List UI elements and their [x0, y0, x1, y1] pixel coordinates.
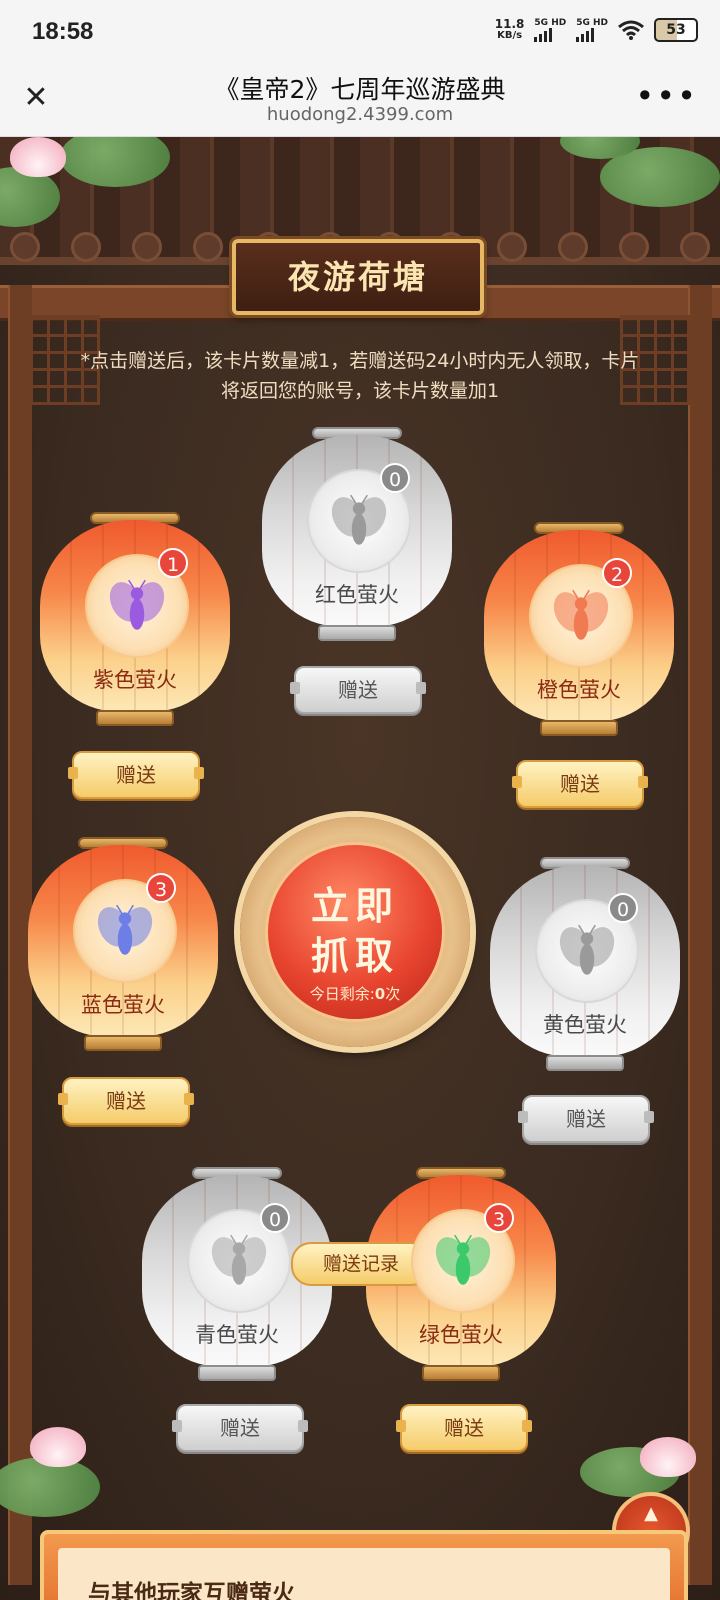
- firefly-icon: [109, 579, 165, 630]
- net-speed-value: 11.8: [494, 17, 525, 31]
- sim1-signal-icon: 5G HD: [534, 18, 566, 42]
- lantern-base: [84, 1035, 162, 1051]
- lantern-base: [422, 1365, 500, 1381]
- lotus-flower: [30, 1427, 86, 1467]
- lotus-flower: [640, 1437, 696, 1477]
- status-icons: 11.8 KB/s 5G HD 5G HD 53: [495, 18, 698, 42]
- net-speed-unit: KB/s: [497, 30, 523, 41]
- gift-exchange-title: 与其他玩家互赠萤火: [88, 1581, 295, 1600]
- catch-now-button[interactable]: 立即 抓取 今日剩余:0次: [265, 842, 445, 1022]
- firefly-count-badge: 3: [146, 873, 176, 903]
- lantern-base: [198, 1365, 276, 1381]
- section-title: 夜游荷塘: [232, 239, 484, 315]
- lantern-red: 0 红色萤火: [262, 427, 452, 645]
- firefly-count-badge: 0: [380, 463, 410, 493]
- remaining-value: 0: [374, 985, 386, 1003]
- gift-record-button[interactable]: 赠送记录: [291, 1242, 431, 1286]
- firefly-name: 绿色萤火: [419, 1323, 503, 1347]
- wifi-icon: [618, 20, 644, 40]
- firefly-name: 橙色萤火: [537, 678, 621, 702]
- remaining-label: 今日剩余:: [309, 985, 375, 1003]
- firefly-icon: [435, 1234, 491, 1285]
- page-title: 《皇帝2》七周年巡游盛典: [214, 75, 506, 104]
- lantern-base: [540, 720, 618, 736]
- lantern-purple: 1 紫色萤火: [40, 512, 230, 730]
- browser-nav-bar: ✕ 《皇帝2》七周年巡游盛典 huodong2.4399.com •••: [0, 64, 720, 137]
- lantern-base: [318, 625, 396, 641]
- right-pillar: [688, 285, 712, 1585]
- remaining-count: 今日剩余:0次: [268, 983, 442, 1004]
- lantern-blue: 3 蓝色萤火: [28, 837, 218, 1055]
- firefly-name: 黄色萤火: [543, 1013, 627, 1037]
- gift-button-red[interactable]: 赠送: [290, 666, 426, 714]
- firefly-count-badge: 3: [484, 1203, 514, 1233]
- sim2-signal-icon: 5G HD: [576, 18, 608, 42]
- catch-button-frame: 立即 抓取 今日剩余:0次: [240, 817, 470, 1047]
- firefly-count-badge: 0: [260, 1203, 290, 1233]
- catch-label-line2: 抓取: [310, 933, 399, 978]
- lantern-base: [546, 1055, 624, 1071]
- firefly-name: 红色萤火: [315, 583, 399, 607]
- gift-exchange-panel: 与其他玩家互赠萤火: [40, 1530, 688, 1600]
- firefly-name: 紫色萤火: [93, 668, 177, 692]
- sim1-label: 5G HD: [534, 18, 567, 28]
- firefly-count-badge: 1: [158, 548, 188, 578]
- firefly-icon: [97, 904, 153, 955]
- firefly-name: 蓝色萤火: [81, 993, 165, 1017]
- gift-notice: *点击赠送后，该卡片数量减1，若赠送码24小时内无人领取，卡片将返回您的账号，该…: [80, 350, 640, 402]
- firefly-icon: [553, 589, 609, 640]
- gift-button-yellow[interactable]: 赠送: [518, 1095, 654, 1143]
- gift-button-cyan[interactable]: 赠送: [172, 1404, 308, 1452]
- sim2-label: 5G HD: [576, 18, 608, 28]
- lantern-yellow: 0 黄色萤火: [490, 857, 680, 1075]
- lotus-flower: [10, 137, 66, 177]
- firefly-icon: [559, 924, 615, 975]
- firefly-count-badge: 0: [608, 893, 638, 923]
- lantern-base: [96, 710, 174, 726]
- lantern-orange: 2 橙色萤火: [484, 522, 674, 740]
- firefly-count-badge: 2: [602, 558, 632, 588]
- page-url: huodong2.4399.com: [266, 104, 454, 125]
- status-bar: 18:58 11.8 KB/s 5G HD 5G HD 53: [0, 0, 720, 64]
- firefly-icon: [331, 494, 387, 545]
- gift-button-green[interactable]: 赠送: [396, 1404, 532, 1452]
- battery-icon: 53: [654, 18, 698, 42]
- status-time: 18:58: [32, 18, 94, 45]
- net-speed: 11.8 KB/s: [495, 18, 525, 42]
- arrow-up-icon: ▲: [644, 1503, 658, 1524]
- gift-button-blue[interactable]: 赠送: [58, 1077, 194, 1125]
- activity-scene: 夜游荷塘 *点击赠送后，该卡片数量减1，若赠送码24小时内无人领取，卡片将返回您…: [0, 137, 720, 1600]
- gift-button-orange[interactable]: 赠送: [512, 760, 648, 808]
- more-icon[interactable]: •••: [635, 78, 698, 114]
- catch-label-line1: 立即: [310, 883, 399, 928]
- remaining-unit: 次: [385, 985, 401, 1003]
- firefly-name: 青色萤火: [195, 1323, 279, 1347]
- gift-button-purple[interactable]: 赠送: [68, 751, 204, 799]
- firefly-icon: [211, 1234, 267, 1285]
